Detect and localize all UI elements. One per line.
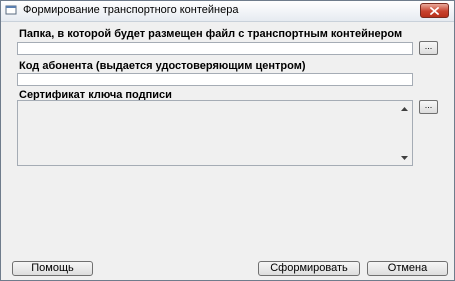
certificate-browse-button[interactable]: ...	[419, 100, 438, 114]
certificate-textarea[interactable]	[17, 100, 413, 166]
generate-button[interactable]: Сформировать	[258, 261, 360, 276]
folder-browse-button[interactable]: ...	[419, 41, 438, 55]
subscriber-code-input[interactable]	[17, 73, 413, 86]
title-bar[interactable]: Формирование транспортного контейнера	[1, 1, 454, 22]
dialog-window: Формирование транспортного контейнера Па…	[0, 0, 455, 281]
folder-label: Папка, в которой будет размещен файл с т…	[19, 28, 403, 40]
window-title: Формирование транспортного контейнера	[23, 4, 239, 16]
help-button[interactable]: Помощь	[12, 261, 93, 276]
scroll-up-icon[interactable]	[398, 104, 410, 114]
subscriber-code-label: Код абонента (выдается удостоверяющим це…	[19, 60, 306, 72]
close-button[interactable]	[420, 3, 449, 18]
scroll-down-icon[interactable]	[398, 153, 410, 163]
close-icon	[430, 6, 439, 15]
app-window-icon	[5, 4, 17, 16]
cancel-button[interactable]: Отмена	[367, 261, 448, 276]
folder-input[interactable]	[17, 42, 413, 55]
